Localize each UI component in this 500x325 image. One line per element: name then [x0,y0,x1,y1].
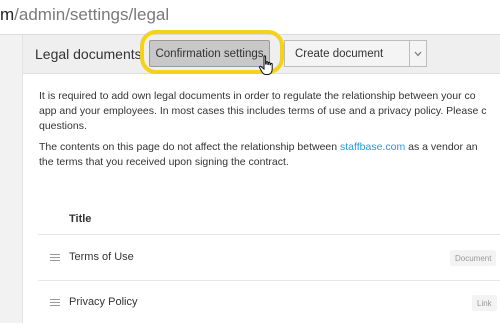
url-path: /admin/settings/legal [14,5,170,24]
intro-line: It is required to add own legal document… [39,90,476,102]
drag-handle-icon[interactable] [50,254,60,261]
staffbase-link[interactable]: staffbase.com [340,141,405,153]
note-line: The contents on this page do not affect … [39,140,500,155]
vendor-note: The contents on this page do not affect … [39,140,500,170]
create-document-button[interactable]: Create document [284,40,409,67]
drag-handle-icon[interactable] [50,299,60,306]
note-line: the terms that you received upon signing… [39,156,289,168]
column-header-title: Title [69,213,92,225]
document-title[interactable]: Terms of Use [69,251,134,263]
table-header-divider [38,234,500,235]
url-host-fragment: m [0,5,15,24]
document-title[interactable]: Privacy Policy [69,296,137,308]
table-row[interactable]: Privacy Policy Link [38,281,500,325]
note-text: The contents on this page do not affect … [39,141,341,153]
type-badge: Link [472,295,497,311]
table-row[interactable]: Terms of Use Document [38,236,500,280]
left-sidebar-strip [0,35,23,323]
create-document-dropdown-toggle[interactable] [409,40,427,67]
note-text: as a vendor an [405,141,478,153]
url-text[interactable]: m/admin/settings/legal [0,5,169,25]
intro-line: questions. [39,120,87,132]
type-badge: Document [450,250,497,266]
intro-text: It is required to add own legal document… [39,89,500,134]
page-title: Legal documents [35,46,142,62]
intro-line: app and your employees. In most cases th… [39,105,487,117]
chevron-down-icon [414,51,422,56]
hand-pointer-cursor-icon [258,55,273,75]
